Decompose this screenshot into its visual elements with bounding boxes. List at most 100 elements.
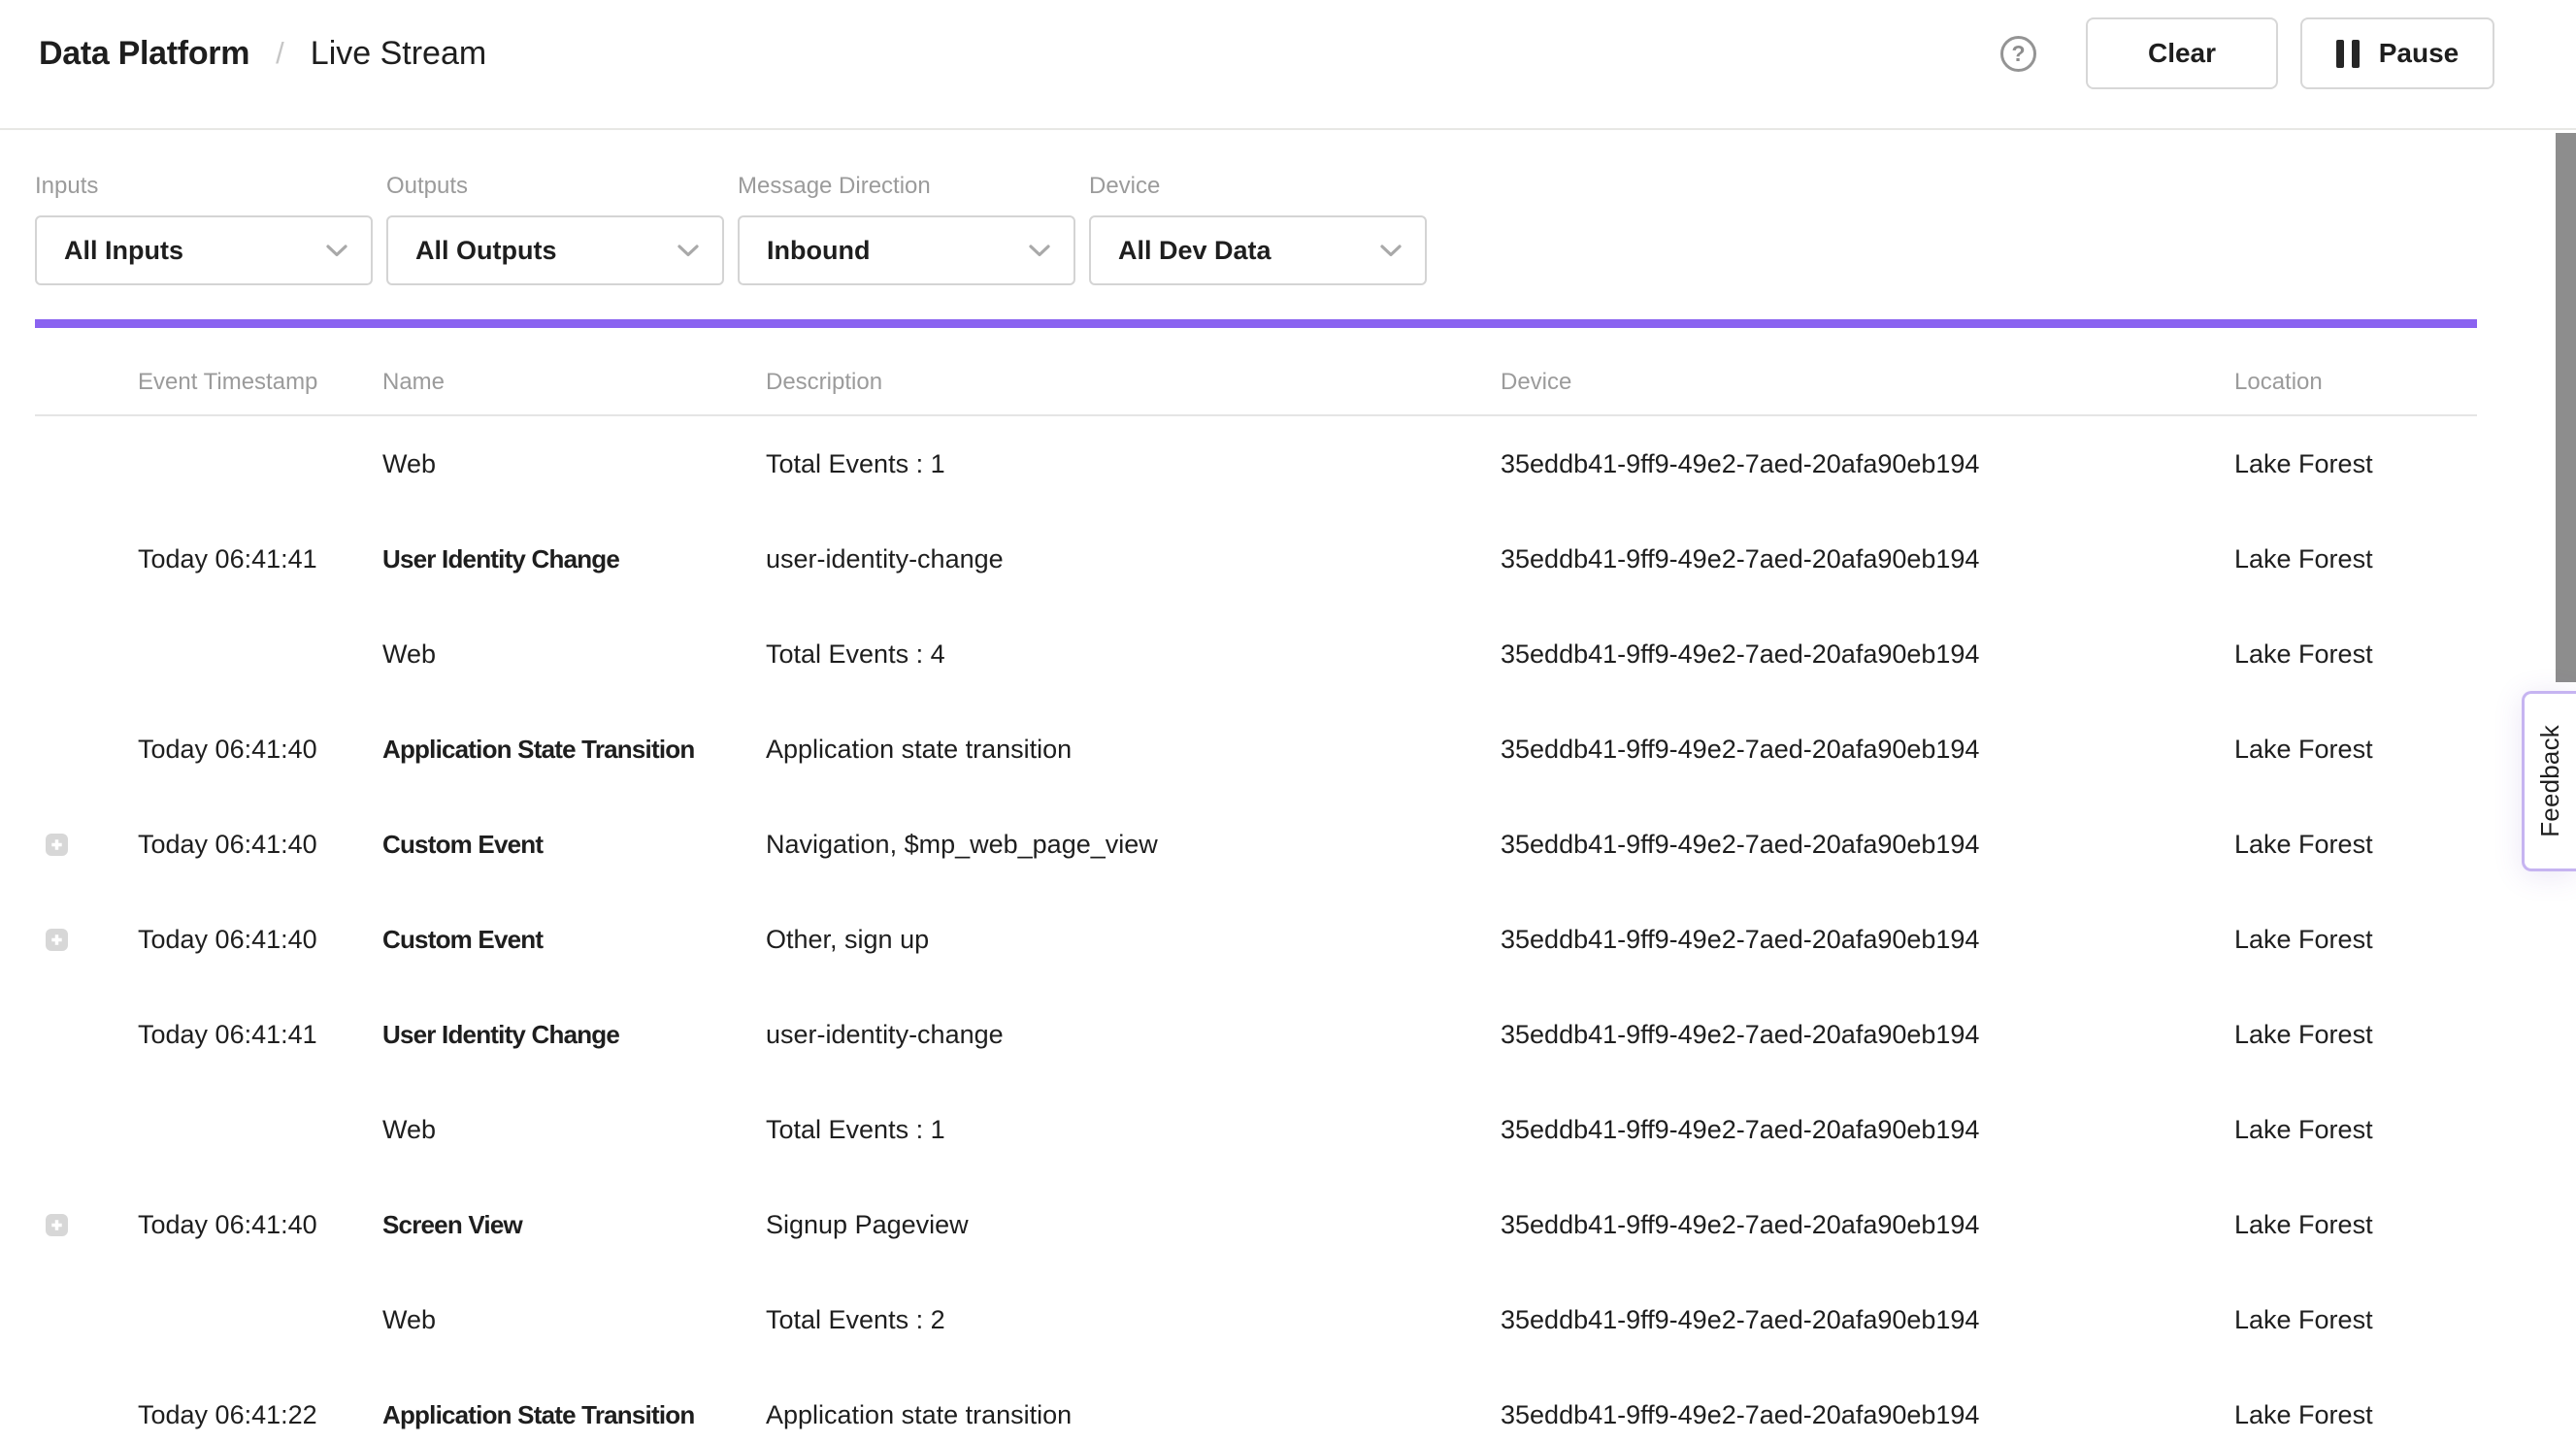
- column-header: Event Timestamp: [138, 369, 382, 396]
- event-timestamp: Today 06:41:41: [138, 544, 382, 574]
- chevron-down-icon: [677, 245, 699, 257]
- filter-device-select[interactable]: All Dev Data: [1089, 215, 1427, 285]
- table-row[interactable]: Today 06:41:40Screen ViewSignup Pageview…: [35, 1177, 2477, 1272]
- event-timestamp: Today 06:41:41: [138, 1020, 382, 1050]
- column-header: Name: [382, 369, 766, 396]
- filter-outputs-value: All Outputs: [415, 236, 556, 266]
- page-header: Data Platform / Live Stream ? Clear Paus…: [0, 0, 2576, 130]
- event-location: Lake Forest: [2234, 925, 2477, 955]
- filter-message-direction: Message DirectionInbound: [738, 173, 1075, 319]
- table-header-row: Event TimestampNameDescriptionDeviceLoca…: [35, 328, 2477, 416]
- table-row[interactable]: WebTotal Events : 135eddb41-9ff9-49e2-7a…: [35, 1082, 2477, 1177]
- event-description: user-identity-change: [766, 544, 1501, 574]
- event-device: 35eddb41-9ff9-49e2-7aed-20afa90eb194: [1501, 639, 2234, 670]
- event-timestamp: Today 06:41:40: [138, 735, 382, 765]
- event-location: Lake Forest: [2234, 735, 2477, 765]
- filter-message-direction-select[interactable]: Inbound: [738, 215, 1075, 285]
- expand-cell: [35, 834, 138, 856]
- event-description: Total Events : 2: [766, 1305, 1501, 1335]
- event-location: Lake Forest: [2234, 830, 2477, 860]
- filter-inputs-label: Inputs: [35, 173, 373, 200]
- event-device: 35eddb41-9ff9-49e2-7aed-20afa90eb194: [1501, 830, 2234, 860]
- pause-button-label: Pause: [2379, 38, 2460, 69]
- event-device: 35eddb41-9ff9-49e2-7aed-20afa90eb194: [1501, 544, 2234, 574]
- chevron-down-icon: [1380, 245, 1402, 257]
- filter-device-label: Device: [1089, 173, 1427, 200]
- breadcrumb: Data Platform / Live Stream: [39, 35, 486, 73]
- filter-outputs-label: Outputs: [386, 173, 724, 200]
- table-row[interactable]: Today 06:41:40Custom EventOther, sign up…: [35, 892, 2477, 987]
- event-name: Custom Event: [382, 925, 766, 955]
- table-row[interactable]: Today 06:41:22Application State Transiti…: [35, 1367, 2477, 1442]
- pause-button[interactable]: Pause: [2300, 17, 2494, 89]
- event-device: 35eddb41-9ff9-49e2-7aed-20afa90eb194: [1501, 1115, 2234, 1145]
- help-icon[interactable]: ?: [2000, 36, 2036, 72]
- event-name: Screen View: [382, 1210, 766, 1240]
- column-header: Location: [2234, 369, 2477, 396]
- table-body: WebTotal Events : 135eddb41-9ff9-49e2-7a…: [35, 416, 2477, 1442]
- table-row[interactable]: Today 06:41:40Application State Transiti…: [35, 702, 2477, 797]
- table-row[interactable]: Today 06:41:40Custom EventNavigation, $m…: [35, 797, 2477, 892]
- event-description: Application state transition: [766, 1400, 1501, 1430]
- filter-outputs-select[interactable]: All Outputs: [386, 215, 724, 285]
- event-name: Web: [382, 1305, 766, 1335]
- event-timestamp: Today 06:41:40: [138, 1210, 382, 1240]
- filter-outputs: Outputs All Outputs: [386, 173, 724, 319]
- breadcrumb-separator-icon: /: [276, 36, 284, 71]
- table-row[interactable]: Today 06:41:41User Identity Changeuser-i…: [35, 511, 2477, 606]
- scrollbar-thumb[interactable]: [2556, 133, 2576, 682]
- events-table: Event TimestampNameDescriptionDeviceLoca…: [35, 328, 2477, 1442]
- filter-bar: Inputs All Inputs Outputs All Outputs Messag…: [0, 130, 2576, 319]
- event-description: Total Events : 4: [766, 639, 1501, 670]
- event-location: Lake Forest: [2234, 1020, 2477, 1050]
- feedback-tab-label: Feedback: [2535, 725, 2565, 837]
- event-description: Signup Pageview: [766, 1210, 1501, 1240]
- filter-inputs-select[interactable]: All Inputs: [35, 215, 373, 285]
- event-location: Lake Forest: [2234, 449, 2477, 479]
- filter-inputs: Inputs All Inputs: [35, 173, 373, 319]
- event-timestamp: Today 06:41:40: [138, 830, 382, 860]
- event-description: user-identity-change: [766, 1020, 1501, 1050]
- clear-button[interactable]: Clear: [2086, 17, 2278, 89]
- event-name: User Identity Change: [382, 1020, 766, 1050]
- event-location: Lake Forest: [2234, 1305, 2477, 1335]
- breadcrumb-product[interactable]: Data Platform: [39, 35, 249, 73]
- expand-plus-icon[interactable]: [46, 1214, 68, 1236]
- column-header: Description: [766, 369, 1501, 396]
- feedback-tab[interactable]: Feedback: [2522, 691, 2576, 871]
- event-device: 35eddb41-9ff9-49e2-7aed-20afa90eb194: [1501, 1020, 2234, 1050]
- event-description: Application state transition: [766, 735, 1501, 765]
- stream-accent-bar: [35, 319, 2477, 328]
- filter-inputs-value: All Inputs: [64, 236, 183, 266]
- event-location: Lake Forest: [2234, 1115, 2477, 1145]
- event-description: Total Events : 1: [766, 449, 1501, 479]
- pause-icon: [2336, 40, 2360, 68]
- event-device: 35eddb41-9ff9-49e2-7aed-20afa90eb194: [1501, 735, 2234, 765]
- event-timestamp: Today 06:41:40: [138, 925, 382, 955]
- clear-button-label: Clear: [2148, 38, 2216, 69]
- filter-device-value: All Dev Data: [1118, 236, 1271, 266]
- table-row[interactable]: WebTotal Events : 135eddb41-9ff9-49e2-7a…: [35, 416, 2477, 511]
- event-name: Application State Transition: [382, 735, 766, 765]
- expand-plus-icon[interactable]: [46, 834, 68, 856]
- event-device: 35eddb41-9ff9-49e2-7aed-20afa90eb194: [1501, 1400, 2234, 1430]
- chevron-down-icon: [326, 245, 347, 257]
- table-row[interactable]: Today 06:41:41User Identity Changeuser-i…: [35, 987, 2477, 1082]
- event-device: 35eddb41-9ff9-49e2-7aed-20afa90eb194: [1501, 1210, 2234, 1240]
- event-location: Lake Forest: [2234, 544, 2477, 574]
- filter-message-direction-value: Inbound: [767, 236, 870, 266]
- table-row[interactable]: WebTotal Events : 235eddb41-9ff9-49e2-7a…: [35, 1272, 2477, 1367]
- event-description: Navigation, $mp_web_page_view: [766, 830, 1501, 860]
- event-description: Total Events : 1: [766, 1115, 1501, 1145]
- event-description: Other, sign up: [766, 925, 1501, 955]
- event-location: Lake Forest: [2234, 1210, 2477, 1240]
- event-device: 35eddb41-9ff9-49e2-7aed-20afa90eb194: [1501, 925, 2234, 955]
- event-device: 35eddb41-9ff9-49e2-7aed-20afa90eb194: [1501, 1305, 2234, 1335]
- chevron-down-icon: [1029, 245, 1050, 257]
- expand-plus-icon[interactable]: [46, 929, 68, 951]
- table-row[interactable]: WebTotal Events : 435eddb41-9ff9-49e2-7a…: [35, 606, 2477, 702]
- event-name: Application State Transition: [382, 1400, 766, 1430]
- expand-cell: [35, 929, 138, 951]
- live-stream-page: Data Platform / Live Stream ? Clear Paus…: [0, 0, 2576, 1442]
- header-actions: ? Clear Pause: [2000, 17, 2494, 89]
